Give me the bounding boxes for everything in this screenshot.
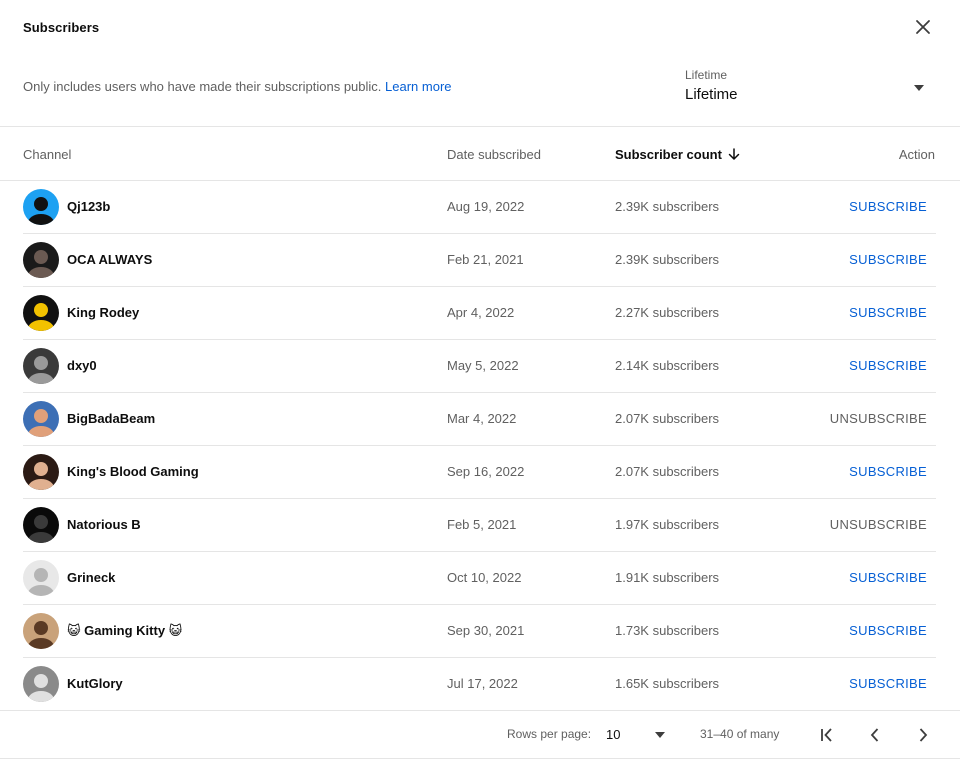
notice-text: Only includes users who have made their … bbox=[23, 79, 382, 94]
bottom-divider bbox=[0, 758, 960, 759]
column-header-channel: Channel bbox=[23, 147, 72, 162]
subscriber-count: 1.73K subscribers bbox=[615, 623, 720, 638]
public-subscriptions-notice: Only includes users who have made their … bbox=[23, 79, 452, 94]
rows-per-page-label: Rows per page: bbox=[507, 727, 592, 741]
column-header-action: Action bbox=[898, 147, 935, 162]
chevron-left-icon bbox=[870, 728, 879, 742]
subscribe-button[interactable]: SUBSCRIBE bbox=[849, 252, 927, 267]
unsubscribe-button[interactable]: UNSUBSCRIBE bbox=[830, 411, 927, 426]
date-subscribed: Sep 30, 2021 bbox=[447, 623, 525, 638]
date-subscribed: Feb 5, 2021 bbox=[447, 517, 517, 532]
channel-avatar[interactable] bbox=[23, 295, 59, 331]
subscriber-count: 1.91K subscribers bbox=[615, 570, 720, 585]
table-row: Natorious B Feb 5, 2021 1.97K subscribers U… bbox=[23, 499, 936, 552]
subscribe-button[interactable]: SUBSCRIBE bbox=[849, 305, 927, 320]
first-page-button[interactable] bbox=[815, 723, 839, 747]
table-row: OCA ALWAYS Feb 21, 2021 2.39K subscribers S… bbox=[23, 234, 936, 287]
subscriber-count: 2.07K subscribers bbox=[615, 411, 720, 426]
date-subscribed: Oct 10, 2022 bbox=[447, 570, 522, 585]
subscriber-list: Qj123b Aug 19, 2022 2.39K subscribers SUBSC… bbox=[23, 181, 936, 711]
first-page-icon bbox=[821, 728, 832, 742]
channel-name[interactable]: King's Blood Gaming bbox=[67, 464, 199, 479]
date-subscribed: Aug 19, 2022 bbox=[447, 199, 525, 214]
subscriber-count: 2.14K subscribers bbox=[615, 358, 720, 373]
channel-avatar[interactable] bbox=[23, 454, 59, 490]
table-row: Grineck Oct 10, 2022 1.91K subscribers SUBS… bbox=[23, 552, 936, 605]
subscriber-count: 2.27K subscribers bbox=[615, 305, 720, 320]
table-row: BigBadaBeam Mar 4, 2022 2.07K subscribers U… bbox=[23, 393, 936, 446]
channel-avatar[interactable] bbox=[23, 666, 59, 702]
subscriber-count: 2.39K subscribers bbox=[615, 252, 720, 267]
subscribers-dialog: Subscribers Only includes users who have… bbox=[0, 0, 960, 772]
channel-avatar[interactable] bbox=[23, 242, 59, 278]
period-value: Lifetime bbox=[685, 86, 738, 103]
table-row: 😺 Gaming Kitty 😺 Sep 30, 2021 1.73K subscr… bbox=[23, 605, 936, 658]
dialog-title: Subscribers bbox=[23, 20, 100, 35]
channel-name[interactable]: Grineck bbox=[67, 570, 115, 585]
subscriber-count: 2.39K subscribers bbox=[615, 199, 720, 214]
caret-down-icon bbox=[655, 732, 665, 738]
subscribe-button[interactable]: SUBSCRIBE bbox=[849, 358, 927, 373]
channel-name[interactable]: Natorious B bbox=[67, 517, 141, 532]
channel-avatar[interactable] bbox=[23, 507, 59, 543]
channel-avatar[interactable] bbox=[23, 560, 59, 596]
date-subscribed: Jul 17, 2022 bbox=[447, 676, 518, 691]
next-page-button[interactable] bbox=[911, 723, 935, 747]
date-subscribed: Feb 21, 2021 bbox=[447, 252, 524, 267]
channel-name[interactable]: dxy0 bbox=[67, 358, 97, 373]
date-subscribed: Sep 16, 2022 bbox=[447, 464, 525, 479]
table-row: dxy0 May 5, 2022 2.14K subscribers SUBSCRIB… bbox=[23, 340, 936, 393]
pagination-footer: Rows per page: 10 31–40 of many bbox=[0, 710, 960, 760]
page-range: 31–40 of many bbox=[700, 727, 780, 741]
channel-name[interactable]: King Rodey bbox=[67, 305, 139, 320]
channel-name[interactable]: 😺 Gaming Kitty 😺 bbox=[67, 623, 182, 639]
period-dropdown[interactable]: Lifetime Lifetime bbox=[685, 66, 935, 110]
subscriber-count: 1.65K subscribers bbox=[615, 676, 720, 691]
date-subscribed: Mar 4, 2022 bbox=[447, 411, 517, 426]
column-header-subscriber-count[interactable]: Subscriber count bbox=[615, 147, 740, 162]
header-divider bbox=[0, 126, 960, 127]
channel-avatar[interactable] bbox=[23, 401, 59, 437]
previous-page-button[interactable] bbox=[863, 723, 887, 747]
subscribe-button[interactable]: SUBSCRIBE bbox=[849, 623, 927, 638]
channel-name[interactable]: OCA ALWAYS bbox=[67, 252, 152, 267]
table-row: KutGlory Jul 17, 2022 1.65K subscribers SUB… bbox=[23, 658, 936, 711]
channel-avatar[interactable] bbox=[23, 348, 59, 384]
close-button[interactable] bbox=[910, 14, 936, 40]
table-row: King Rodey Apr 4, 2022 2.27K subscribers SU… bbox=[23, 287, 936, 340]
unsubscribe-button[interactable]: UNSUBSCRIBE bbox=[830, 517, 927, 532]
subscribe-button[interactable]: SUBSCRIBE bbox=[849, 676, 927, 691]
column-header-date[interactable]: Date subscribed bbox=[447, 147, 541, 162]
arrow-down-icon bbox=[728, 148, 740, 160]
close-icon bbox=[916, 20, 930, 34]
table-row: Qj123b Aug 19, 2022 2.39K subscribers SUBSC… bbox=[23, 181, 936, 234]
rows-per-page-select[interactable]: 10 bbox=[606, 722, 670, 748]
channel-avatar[interactable] bbox=[23, 613, 59, 649]
subscriber-count: 1.97K subscribers bbox=[615, 517, 720, 532]
subscribe-button[interactable]: SUBSCRIBE bbox=[849, 464, 927, 479]
caret-down-icon bbox=[914, 85, 924, 91]
channel-name[interactable]: KutGlory bbox=[67, 676, 123, 691]
channel-name[interactable]: Qj123b bbox=[67, 199, 110, 214]
rows-per-page-value: 10 bbox=[606, 727, 621, 742]
table-row: King's Blood Gaming Sep 16, 2022 2.07K sub… bbox=[23, 446, 936, 499]
period-label: Lifetime bbox=[685, 68, 728, 82]
column-header-subscriber-count-label: Subscriber count bbox=[615, 147, 722, 162]
learn-more-link[interactable]: Learn more bbox=[385, 79, 451, 94]
subscriber-count: 2.07K subscribers bbox=[615, 464, 720, 479]
date-subscribed: May 5, 2022 bbox=[447, 358, 519, 373]
date-subscribed: Apr 4, 2022 bbox=[447, 305, 515, 320]
channel-name[interactable]: BigBadaBeam bbox=[67, 411, 155, 426]
subscribe-button[interactable]: SUBSCRIBE bbox=[849, 570, 927, 585]
channel-avatar[interactable] bbox=[23, 189, 59, 225]
subscribe-button[interactable]: SUBSCRIBE bbox=[849, 199, 927, 214]
chevron-right-icon bbox=[919, 728, 928, 742]
